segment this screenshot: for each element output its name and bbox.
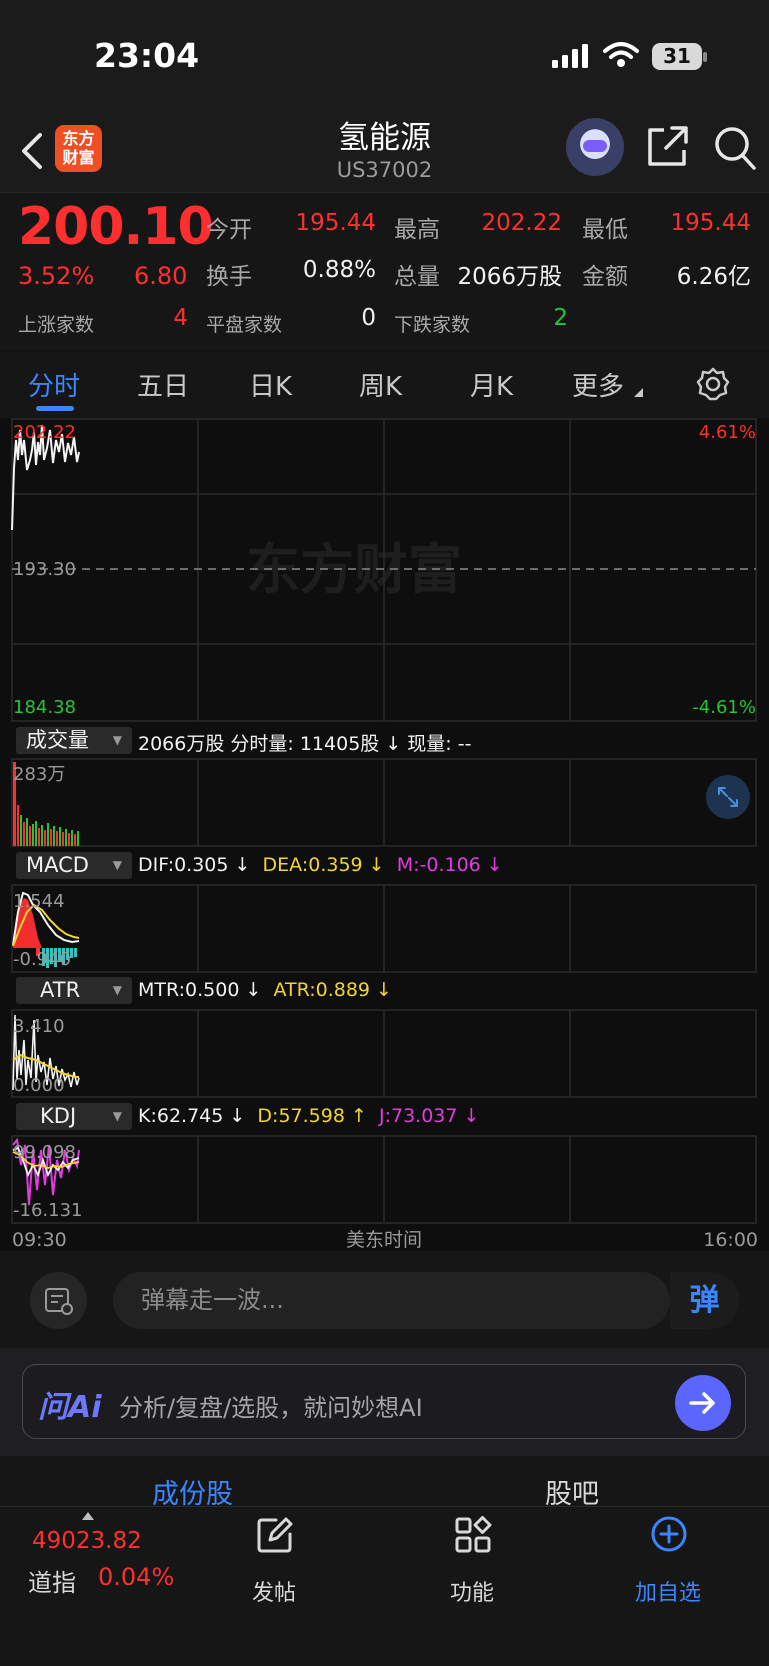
atr-bottom-label: 0.000 [13, 1075, 65, 1096]
down-count: 2 [553, 305, 568, 331]
macd-top-label: 1.544 [13, 891, 65, 912]
add-watchlist-icon[interactable] [650, 1515, 688, 1553]
tab-active-indicator [36, 406, 74, 411]
kdj-indicator-selector[interactable]: KDJ ▼ [16, 1103, 132, 1130]
change-amount: 6.80 [134, 262, 188, 290]
price-mid-label: 193.30 [13, 559, 76, 580]
kdj-chip-label: KDJ [40, 1104, 77, 1128]
volume-label: 总量 [394, 264, 440, 290]
nav-add-watchlist-label[interactable]: 加自选 [635, 1575, 701, 1607]
atr-mtr-value: MTR:0.500 ↓ [138, 979, 262, 1001]
danmaku-input[interactable]: 弹幕走一波... [113, 1272, 670, 1329]
change-percent: 3.52% [18, 262, 95, 290]
volume-indicator-selector[interactable]: 成交量 ▼ [16, 727, 132, 754]
more-caret-icon [634, 388, 643, 397]
open-label: 今开 [206, 217, 252, 243]
nav-functions-label[interactable]: 功能 [450, 1575, 494, 1607]
ai-logo: 问Ai [38, 1390, 102, 1425]
price-low-label: 184.38 [13, 697, 76, 718]
arrow-right-icon [689, 1392, 715, 1414]
pct-high-label: 4.61% [699, 422, 756, 443]
time-zone-label: 美东时间 [346, 1229, 422, 1251]
dropdown-caret-icon: ▼ [112, 858, 122, 872]
down-count-label: 下跌家数 [394, 314, 471, 336]
kdj-bottom-label: -16.131 [13, 1200, 82, 1221]
kdj-j-value: J:73.037 ↓ [378, 1105, 480, 1127]
ai-prompt-text: 分析/复盘/选股，就问妙想AI [119, 1394, 423, 1422]
up-count: 4 [173, 305, 188, 331]
kdj-top-label: 99.098 [13, 1142, 76, 1163]
amount-label: 金额 [582, 264, 628, 290]
volume-value: 2066万股 [457, 264, 562, 290]
nav-post-label[interactable]: 发帖 [252, 1575, 296, 1607]
functions-grid-icon[interactable] [454, 1516, 492, 1554]
low-value: 195.44 [670, 210, 751, 236]
expand-chart-button[interactable] [706, 775, 750, 819]
status-time: 23:04 [94, 36, 200, 75]
macd-bottom-label: -0.940 [13, 949, 71, 970]
index-up-caret-icon [82, 1512, 94, 1520]
current-price: 200.10 [18, 197, 214, 257]
atr-chip-label: ATR [40, 978, 81, 1002]
dropdown-caret-icon: ▼ [112, 1109, 122, 1123]
kdj-k-value: K:62.745 ↓ [138, 1105, 246, 1127]
danmaku-settings-icon [45, 1288, 73, 1315]
macd-dea-value: DEA:0.359 ↓ [262, 854, 385, 876]
wifi-icon [603, 42, 639, 67]
flat-count-label: 平盘家数 [206, 314, 283, 336]
turnover-label: 换手 [206, 264, 252, 290]
amount-value: 6.26亿 [676, 264, 751, 290]
tab-weekly-k[interactable]: 周K [359, 366, 402, 403]
tab-five-day[interactable]: 五日 [137, 366, 189, 403]
volume-chip-label: 成交量 [26, 728, 89, 752]
dow-index-value[interactable]: 49023.82 [32, 1528, 142, 1554]
cellular-signal-icon [552, 44, 588, 68]
dow-index-pct: 0.04% [98, 1563, 175, 1591]
tab-daily-k[interactable]: 日K [249, 366, 292, 403]
danmaku-settings-button[interactable] [30, 1272, 87, 1329]
macd-chip-label: MACD [26, 853, 89, 877]
atr-top-label: 3.410 [13, 1016, 65, 1037]
dow-index-name: 道指 [28, 1569, 76, 1597]
low-label: 最低 [582, 217, 628, 243]
kdj-d-value: D:57.598 ↑ [257, 1105, 367, 1127]
search-icon[interactable] [713, 125, 757, 171]
pct-low-label: -4.61% [692, 697, 756, 718]
settings-gear-icon[interactable] [696, 367, 730, 401]
high-value: 202.22 [481, 210, 562, 236]
tab-monthly-k[interactable]: 月K [470, 366, 513, 403]
atr-indicator-selector[interactable]: ATR ▼ [16, 977, 132, 1004]
high-label: 最高 [394, 217, 440, 243]
danmaku-button-label: 弹 [689, 1283, 720, 1318]
post-edit-icon[interactable] [256, 1516, 294, 1554]
volume-max-label: 283万 [13, 764, 65, 785]
atr-atr-value: ATR:0.889 ↓ [273, 979, 392, 1001]
macd-indicator-selector[interactable]: MACD ▼ [16, 852, 132, 879]
sub-tabs [0, 1456, 769, 1506]
macd-dif-value: DIF:0.305 ↓ [138, 854, 251, 876]
danmaku-toggle-button[interactable]: 弹 [670, 1272, 739, 1329]
dropdown-caret-icon: ▼ [112, 733, 122, 747]
battery-icon: 31 [652, 43, 702, 70]
ai-submit-button[interactable] [675, 1375, 731, 1431]
up-count-label: 上涨家数 [18, 314, 95, 336]
macd-m-value: M:-0.106 ↓ [396, 854, 503, 876]
share-icon[interactable] [646, 126, 690, 168]
time-start-label: 09:30 [12, 1229, 67, 1251]
turnover-value: 0.88% [302, 257, 376, 283]
flat-count: 0 [361, 305, 376, 331]
dropdown-caret-icon: ▼ [112, 983, 122, 997]
tab-more[interactable]: 更多 [572, 366, 624, 403]
open-value: 195.44 [295, 210, 376, 236]
robot-eyes [583, 140, 607, 152]
time-end-label: 16:00 [703, 1229, 758, 1251]
tab-intraday[interactable]: 分时 [28, 366, 80, 403]
battery-cap [703, 52, 707, 62]
price-high-label: 202.22 [13, 422, 76, 443]
volume-summary: 2066万股 分时量: 11405股 ↓ 现量: -- [138, 733, 472, 755]
